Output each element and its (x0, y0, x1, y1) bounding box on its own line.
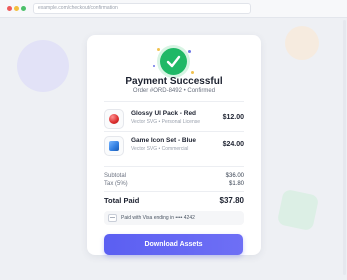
window-close-dot[interactable] (7, 6, 12, 11)
divider (104, 191, 244, 192)
page-scrollbar[interactable] (343, 20, 346, 275)
payment-method-text: Paid with Visa ending in •••• 4242 (121, 215, 195, 221)
subtotal-value: $36.00 (225, 173, 244, 179)
red-sphere-icon (109, 114, 119, 124)
tax-value: $1.80 (228, 181, 244, 187)
confetti-dot (188, 50, 191, 53)
order-subtitle: Order #ORD-8492 • Confirmed (132, 88, 216, 94)
address-bar[interactable]: example.com/checkout/confirmation (33, 3, 251, 14)
window-minimize-dot[interactable] (14, 6, 19, 11)
item-meta: Vector SVG • Commercial (131, 146, 189, 152)
item-price: $12.00 (222, 114, 244, 121)
window-maximize-dot[interactable] (21, 6, 26, 11)
item-price: $24.00 (222, 141, 244, 148)
success-badge (160, 48, 187, 75)
confirmation-card: Payment Successful Order #ORD-8492 • Con… (87, 35, 261, 255)
credit-card-icon (108, 214, 117, 222)
order-item: Game Icon Set - Blue Vector SVG • Commer… (104, 136, 244, 160)
tax-label: Tax (5%) (104, 181, 128, 187)
item-name: Game Icon Set - Blue (131, 137, 197, 144)
item-meta: Vector SVG • Personal License (131, 119, 201, 125)
payment-info: Paid with Visa ending in •••• 4242 (104, 211, 244, 225)
order-item: Glossy UI Pack - Red Vector SVG • Person… (104, 109, 244, 133)
item-thumbnail (104, 109, 124, 129)
download-assets-button[interactable]: Download Assets (104, 234, 243, 255)
total-label: Total Paid (104, 196, 140, 205)
confetti-dot (153, 65, 155, 67)
decorative-blob (285, 26, 319, 60)
divider (104, 166, 244, 167)
decorative-shape (276, 188, 320, 232)
total-value: $37.80 (219, 196, 244, 205)
divider (104, 131, 244, 132)
page-title: Payment Successful (125, 76, 223, 87)
item-name: Glossy UI Pack - Red (131, 110, 197, 117)
subtotal-label: Subtotal (104, 173, 127, 179)
divider (104, 101, 244, 102)
confetti-dot (191, 71, 194, 74)
checkmark-icon (160, 48, 187, 75)
item-thumbnail (104, 136, 124, 156)
blue-square-icon (109, 141, 119, 151)
decorative-blob (17, 40, 69, 92)
browser-toolbar: example.com/checkout/confirmation (0, 0, 347, 18)
